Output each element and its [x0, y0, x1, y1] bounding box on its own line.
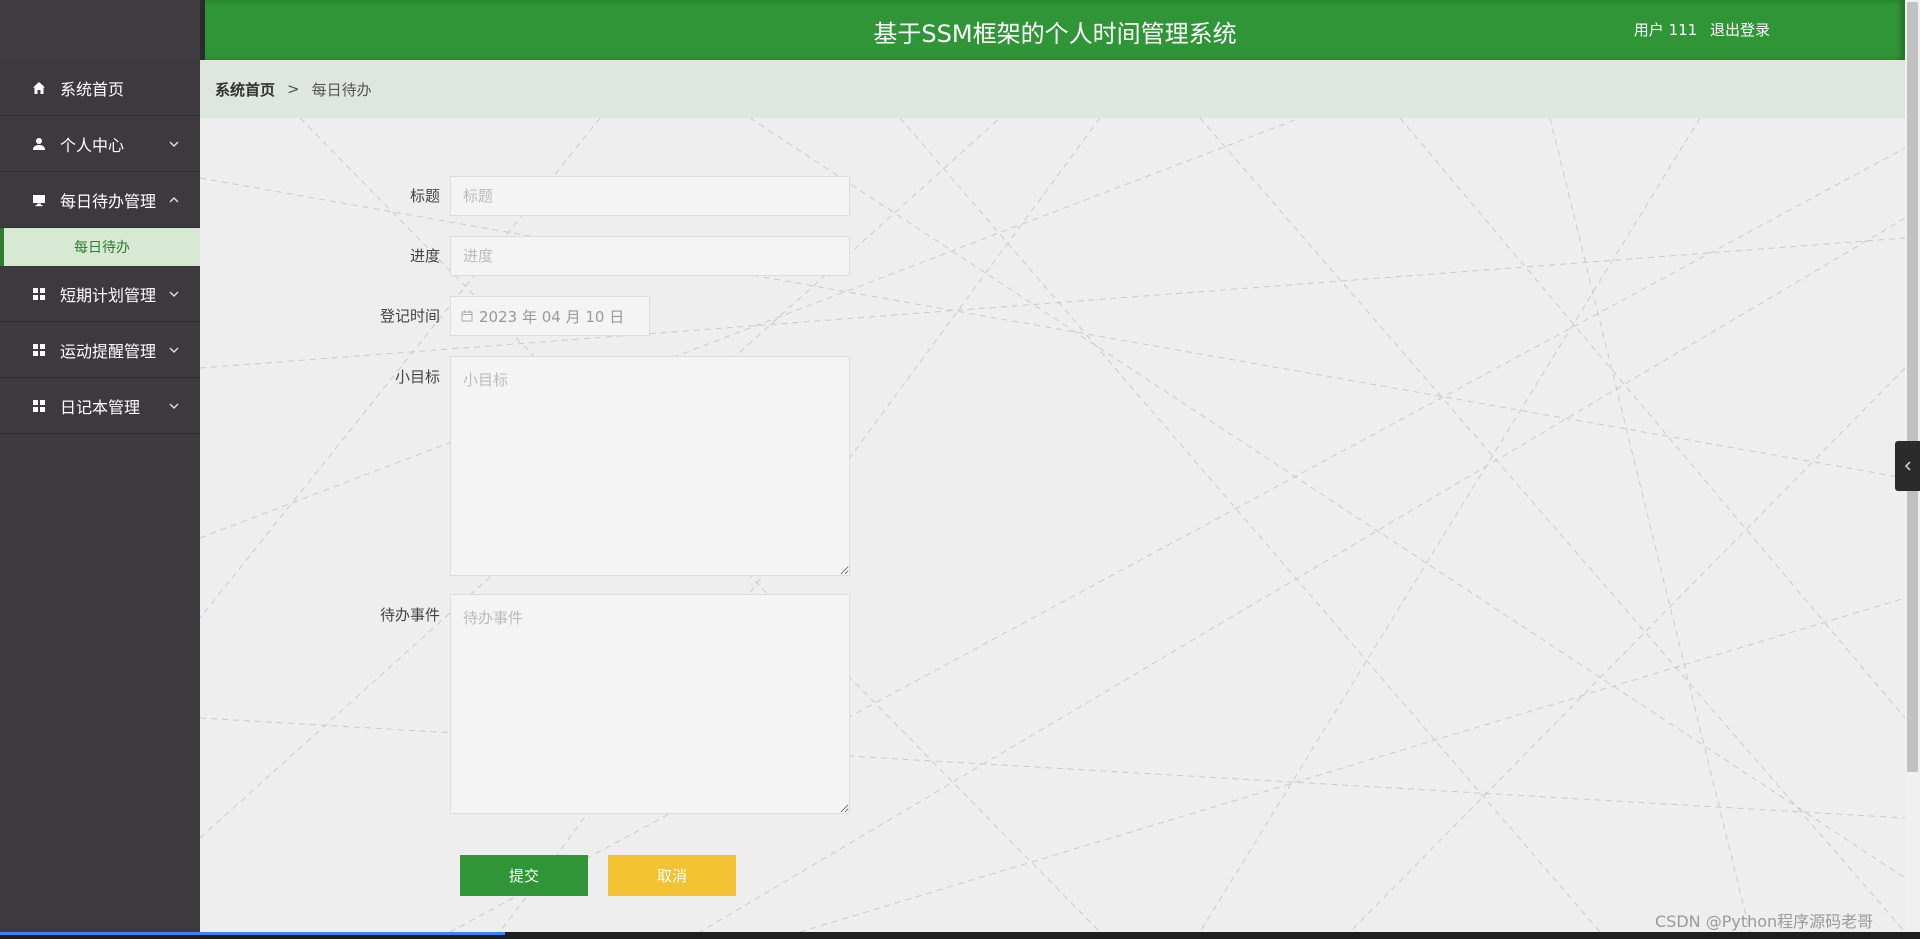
form-row-title: 标题 [200, 176, 850, 216]
sidebar-item-home[interactable]: 系统首页 [0, 60, 200, 116]
breadcrumb: 系统首页 > 每日待办 [200, 60, 1905, 118]
progress-label: 进度 [409, 247, 440, 265]
sidebar-item-short-term-plan-management[interactable]: 短期计划管理 [0, 266, 200, 322]
record-time-label: 登记时间 [379, 307, 440, 325]
chevron-left-icon [1904, 461, 1911, 471]
side-panel-toggle[interactable] [1895, 441, 1920, 491]
goal-label: 小目标 [394, 368, 440, 386]
record-time-date-picker[interactable]: 2023 年 04 月 10 日 [450, 296, 650, 336]
form-row-todo: 待办事件 [200, 594, 850, 814]
logout-link[interactable]: 退出登录 [1710, 21, 1770, 39]
chevron-down-icon [169, 346, 179, 353]
sidebar: 系统首页 个人中心 每日待办管理 每日待办 短期计划管理 运动提醒管理 日记本管… [0, 0, 200, 939]
user-icon [32, 137, 46, 151]
submit-button[interactable]: 提交 [460, 855, 588, 896]
breadcrumb-current: 每日待办 [311, 80, 372, 99]
chevron-down-icon [169, 140, 179, 147]
sidebar-item-label: 每日待办管理 [60, 191, 157, 211]
sidebar-item-label: 运动提醒管理 [60, 341, 157, 361]
sidebar-logo-area [0, 0, 200, 60]
form-actions: 提交 取消 [460, 855, 736, 896]
goal-textarea[interactable] [450, 356, 850, 576]
sidebar-item-daily-todo-management[interactable]: 每日待办管理 [0, 172, 200, 228]
cancel-button[interactable]: 取消 [608, 855, 736, 896]
sidebar-item-diary-management[interactable]: 日记本管理 [0, 378, 200, 434]
title-input[interactable] [450, 176, 850, 216]
todo-label: 待办事件 [379, 606, 440, 624]
sidebar-item-label: 个人中心 [60, 135, 125, 155]
top-header: 基于SSM框架的个人时间管理系统 用户 111 退出登录 [205, 0, 1905, 60]
sidebar-subitem-daily-todo[interactable]: 每日待办 [0, 228, 200, 266]
sidebar-item-personal-center[interactable]: 个人中心 [0, 116, 200, 172]
record-time-value: 2023 年 04 月 10 日 [479, 307, 625, 326]
todo-textarea[interactable] [450, 594, 850, 814]
watermark-text: CSDN @Python程序源码老哥 [1655, 912, 1874, 931]
grid-icon [32, 343, 46, 357]
home-icon [32, 81, 46, 95]
user-area: 用户 111 退出登录 [1626, 19, 1770, 40]
main-content: 标题 进度 登记时间 2023 年 04 月 10 日 小目标 待办事件 提交 … [200, 118, 1905, 932]
monitor-icon [32, 193, 46, 207]
sidebar-item-label: 短期计划管理 [60, 285, 157, 305]
grid-icon [32, 287, 46, 301]
breadcrumb-separator: > [287, 80, 300, 98]
bottom-progress-bar [0, 932, 505, 935]
calendar-icon [461, 310, 473, 322]
grid-icon [32, 399, 46, 413]
progress-input[interactable] [450, 236, 850, 276]
form-row-goal: 小目标 [200, 356, 850, 576]
user-label: 用户 111 [1633, 21, 1698, 39]
sidebar-item-label: 日记本管理 [60, 397, 141, 417]
chevron-up-icon [169, 196, 179, 203]
sidebar-subitem-label: 每日待办 [74, 240, 130, 256]
chevron-down-icon [169, 402, 179, 409]
sidebar-item-label: 系统首页 [60, 79, 125, 99]
chevron-down-icon [169, 290, 179, 297]
scrollbar-thumb[interactable] [1907, 2, 1918, 772]
breadcrumb-home[interactable]: 系统首页 [215, 79, 275, 100]
form-row-record-time: 登记时间 2023 年 04 月 10 日 [200, 296, 650, 336]
form-row-progress: 进度 [200, 236, 850, 276]
sidebar-item-exercise-reminder-management[interactable]: 运动提醒管理 [0, 322, 200, 378]
title-label: 标题 [409, 187, 440, 205]
